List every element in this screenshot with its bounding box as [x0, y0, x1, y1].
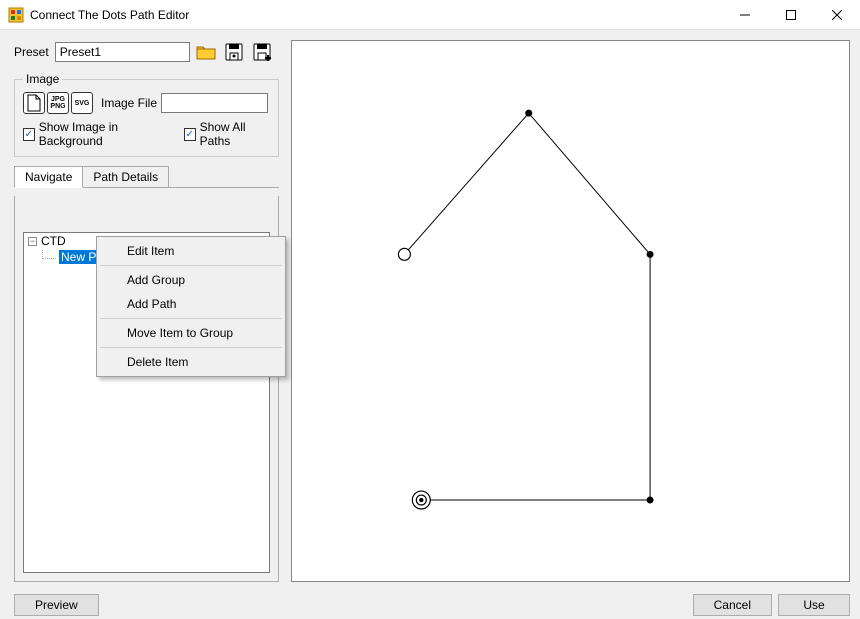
node-end[interactable]: [412, 491, 430, 509]
close-button[interactable]: [814, 0, 860, 29]
cm-delete-item[interactable]: Delete Item: [99, 350, 283, 374]
preset-input[interactable]: [55, 42, 190, 62]
tree-connector-icon: [42, 250, 56, 259]
show-bg-checkbox[interactable]: ✓: [23, 128, 35, 141]
jpg-png-icon[interactable]: JPG PNG: [47, 92, 69, 114]
image-group: Image JPG PNG SVG Image File ✓ Show Imag…: [14, 72, 279, 157]
save-as-button[interactable]: [250, 40, 274, 64]
cancel-button[interactable]: Cancel: [693, 594, 772, 616]
node-dot[interactable]: [647, 251, 654, 258]
window-title: Connect The Dots Path Editor: [30, 8, 722, 22]
open-folder-button[interactable]: [194, 40, 218, 64]
tree-root-label: CTD: [41, 234, 66, 248]
svg-icon[interactable]: SVG: [71, 92, 93, 114]
cm-move-item[interactable]: Move Item to Group: [99, 321, 283, 345]
tab-navigate[interactable]: Navigate: [14, 166, 83, 188]
save-button[interactable]: [222, 40, 246, 64]
canvas[interactable]: [291, 40, 850, 582]
image-group-legend: Image: [23, 72, 62, 86]
preset-label: Preset: [14, 45, 49, 59]
minimize-button[interactable]: [722, 0, 768, 29]
file-icon[interactable]: [23, 92, 45, 114]
use-button[interactable]: Use: [778, 594, 850, 616]
cm-separator: [100, 318, 282, 319]
image-file-label: Image File: [101, 96, 157, 110]
node-dot[interactable]: [525, 110, 532, 117]
node-start[interactable]: [398, 248, 410, 260]
path-drawing: [292, 41, 849, 581]
cm-edit-item[interactable]: Edit Item: [99, 239, 283, 263]
node-dot[interactable]: [647, 497, 654, 504]
show-paths-checkbox[interactable]: ✓: [184, 128, 196, 141]
cm-separator: [100, 265, 282, 266]
show-paths-label: Show All Paths: [200, 120, 270, 148]
tab-path-details[interactable]: Path Details: [82, 166, 169, 188]
cm-add-group[interactable]: Add Group: [99, 268, 283, 292]
collapse-icon[interactable]: −: [28, 237, 37, 246]
image-file-input[interactable]: [161, 93, 268, 113]
context-menu: Edit Item Add Group Add Path Move Item t…: [96, 236, 286, 377]
cm-separator: [100, 347, 282, 348]
app-icon: [8, 7, 24, 23]
show-bg-label: Show Image in Background: [39, 120, 168, 148]
preview-button[interactable]: Preview: [14, 594, 99, 616]
maximize-button[interactable]: [768, 0, 814, 29]
cm-add-path[interactable]: Add Path: [99, 292, 283, 316]
